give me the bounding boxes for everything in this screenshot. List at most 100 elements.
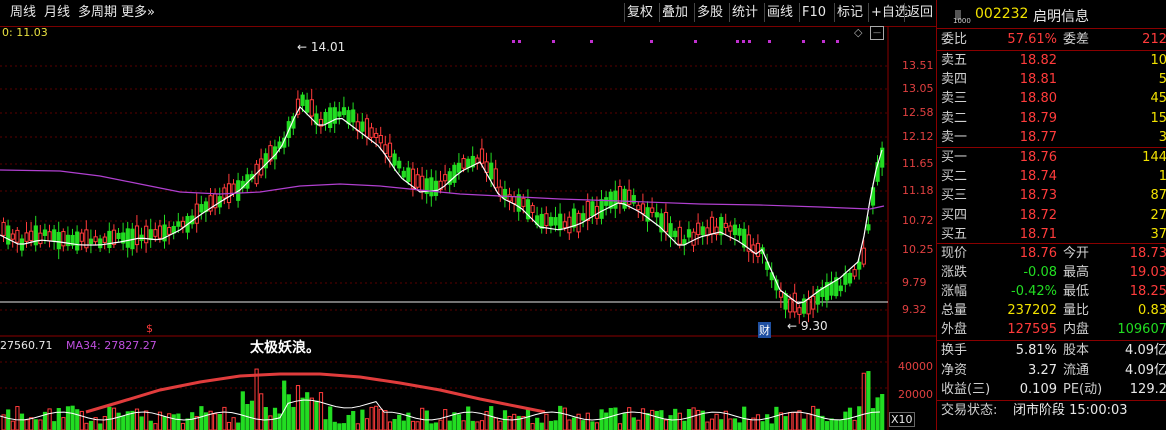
f10-button[interactable]: F10 xyxy=(799,3,828,22)
multi-stock-button[interactable]: 多股 xyxy=(694,3,725,22)
candle-body xyxy=(134,225,140,246)
row-volume: 37 xyxy=(1150,226,1166,242)
stat-value-1: 3.27 xyxy=(1028,362,1057,378)
stat-row: 总量 237202 量比 0.83 xyxy=(941,301,1166,320)
low-price-annotation: ← 9.30 xyxy=(787,319,828,333)
ask-row[interactable]: 卖五 18.82 10 xyxy=(941,51,1166,70)
candle-body xyxy=(222,187,227,199)
price-tick: 11.18 xyxy=(902,184,934,197)
bid-row[interactable]: 买四 18.72 27 xyxy=(941,206,1166,225)
volume-bar xyxy=(121,415,126,430)
candle-body xyxy=(93,236,98,243)
statistics-button[interactable]: 统计 xyxy=(729,3,760,22)
multi-period-tab[interactable]: 多周期 xyxy=(78,3,117,23)
mark-button[interactable]: 标记 xyxy=(834,3,865,22)
row-volume: 1 xyxy=(1158,169,1166,185)
collapse-icon[interactable]: — xyxy=(870,26,884,40)
volume-bar xyxy=(732,418,738,430)
candle-body xyxy=(148,229,153,241)
candle-body xyxy=(861,247,866,265)
bid-row[interactable]: 买一 18.76 144 xyxy=(941,148,1166,167)
finance-marker-icon[interactable]: 财 xyxy=(758,322,771,338)
volume-bar xyxy=(544,413,549,430)
high-price-value: 14.01 xyxy=(310,40,346,54)
stat-value-1: 127595 xyxy=(1007,322,1057,337)
weicha-value: 212 xyxy=(1142,32,1166,47)
overlay-button[interactable]: 叠加 xyxy=(659,3,690,22)
candle-body xyxy=(29,230,34,241)
row-price: 18.82 xyxy=(1019,53,1057,68)
x-scale-button[interactable]: X10 xyxy=(889,412,915,427)
volume-bar xyxy=(627,407,632,430)
volume-bar xyxy=(443,409,448,430)
stat-row: 现价 18.76 今开 18.73 xyxy=(941,244,1166,263)
candle-body xyxy=(176,221,181,227)
price-tick: 10.25 xyxy=(902,243,934,256)
stat-label-1: 换手 xyxy=(941,343,968,358)
price-tick: 9.79 xyxy=(902,276,927,289)
stat-label-2: 量比 xyxy=(1063,303,1090,318)
signal-dot xyxy=(768,40,771,43)
stat-value-2: 4.09亿 xyxy=(1125,362,1166,378)
candle-body xyxy=(107,230,112,248)
candle-body xyxy=(369,127,374,138)
trade-status-row: 交易状态: 闭市阶段 15:00:03 xyxy=(941,401,1166,420)
volume-bar xyxy=(861,372,866,430)
stat-value-2: 0.83 xyxy=(1138,303,1166,318)
signal-dot xyxy=(694,40,697,43)
price-tick: 13.51 xyxy=(902,59,934,72)
ask-row[interactable]: 卖三 18.80 45 xyxy=(941,89,1166,108)
ask-row[interactable]: 卖四 18.81 5 xyxy=(941,70,1166,89)
stat-value-2: 19.03 xyxy=(1129,265,1166,280)
volume-bar xyxy=(148,420,153,430)
volume-bar xyxy=(801,418,807,430)
bid-row[interactable]: 买三 18.73 87 xyxy=(941,186,1166,205)
stat-label-1: 外盘 xyxy=(941,322,968,337)
volume-bar xyxy=(525,408,531,430)
candle-body xyxy=(61,231,66,247)
stat-value-1: 237202 xyxy=(1007,303,1057,318)
bid-row[interactable]: 买五 18.71 37 xyxy=(941,225,1166,244)
volume-bar xyxy=(599,409,604,430)
candle-body xyxy=(351,109,356,123)
more-tab[interactable]: 更多» xyxy=(121,3,155,23)
stock-code: 002232 xyxy=(975,6,1029,22)
row-volume: 5 xyxy=(1158,72,1166,88)
bid-row[interactable]: 买二 18.74 1 xyxy=(941,167,1166,186)
volume-bar xyxy=(429,423,434,430)
volume-bar xyxy=(498,420,503,430)
volume-bar xyxy=(769,423,774,430)
ask-row[interactable]: 卖二 18.79 15 xyxy=(941,109,1166,128)
volume-bar xyxy=(765,414,770,430)
candle-body xyxy=(392,153,397,166)
volume-bar xyxy=(98,423,103,430)
kline-chart-svg[interactable] xyxy=(0,26,936,430)
candle-body xyxy=(797,307,802,315)
ask-row[interactable]: 卖一 18.77 3 xyxy=(941,128,1166,147)
volume-bar xyxy=(314,400,319,430)
draw-line-button[interactable]: 画线 xyxy=(764,3,795,22)
row-volume: 45 xyxy=(1150,91,1166,107)
weekly-tab[interactable]: 周线 xyxy=(10,3,36,23)
volume-bar xyxy=(401,420,406,430)
volume-bar xyxy=(659,410,664,430)
row-volume: 15 xyxy=(1150,110,1166,126)
volume-bar xyxy=(70,405,75,430)
back-button[interactable]: 返回 xyxy=(904,3,935,22)
diamond-icon[interactable]: ◇ xyxy=(854,26,862,39)
stat-label-2: PE(动) xyxy=(1063,382,1103,397)
signal-dot xyxy=(736,40,739,43)
volume-bar xyxy=(341,423,347,430)
volume-bar xyxy=(663,419,669,430)
restore-rights-button[interactable]: 复权 xyxy=(624,3,655,22)
candle-body xyxy=(709,216,715,235)
ma-header-label: 0: 11.03 xyxy=(2,26,48,39)
candle-body xyxy=(153,229,158,237)
volume-bar xyxy=(88,420,94,430)
row-price: 18.73 xyxy=(1019,188,1057,204)
volume-bar xyxy=(171,414,176,430)
monthly-tab[interactable]: 月线 xyxy=(44,3,70,23)
dollar-marker-icon[interactable]: $ xyxy=(146,322,153,335)
volume-bar xyxy=(489,406,494,430)
kline-chart-area[interactable]: 0: 11.03 ◇ — 13.51 13.05 12.58 12.12 11.65 11… xyxy=(0,26,936,430)
